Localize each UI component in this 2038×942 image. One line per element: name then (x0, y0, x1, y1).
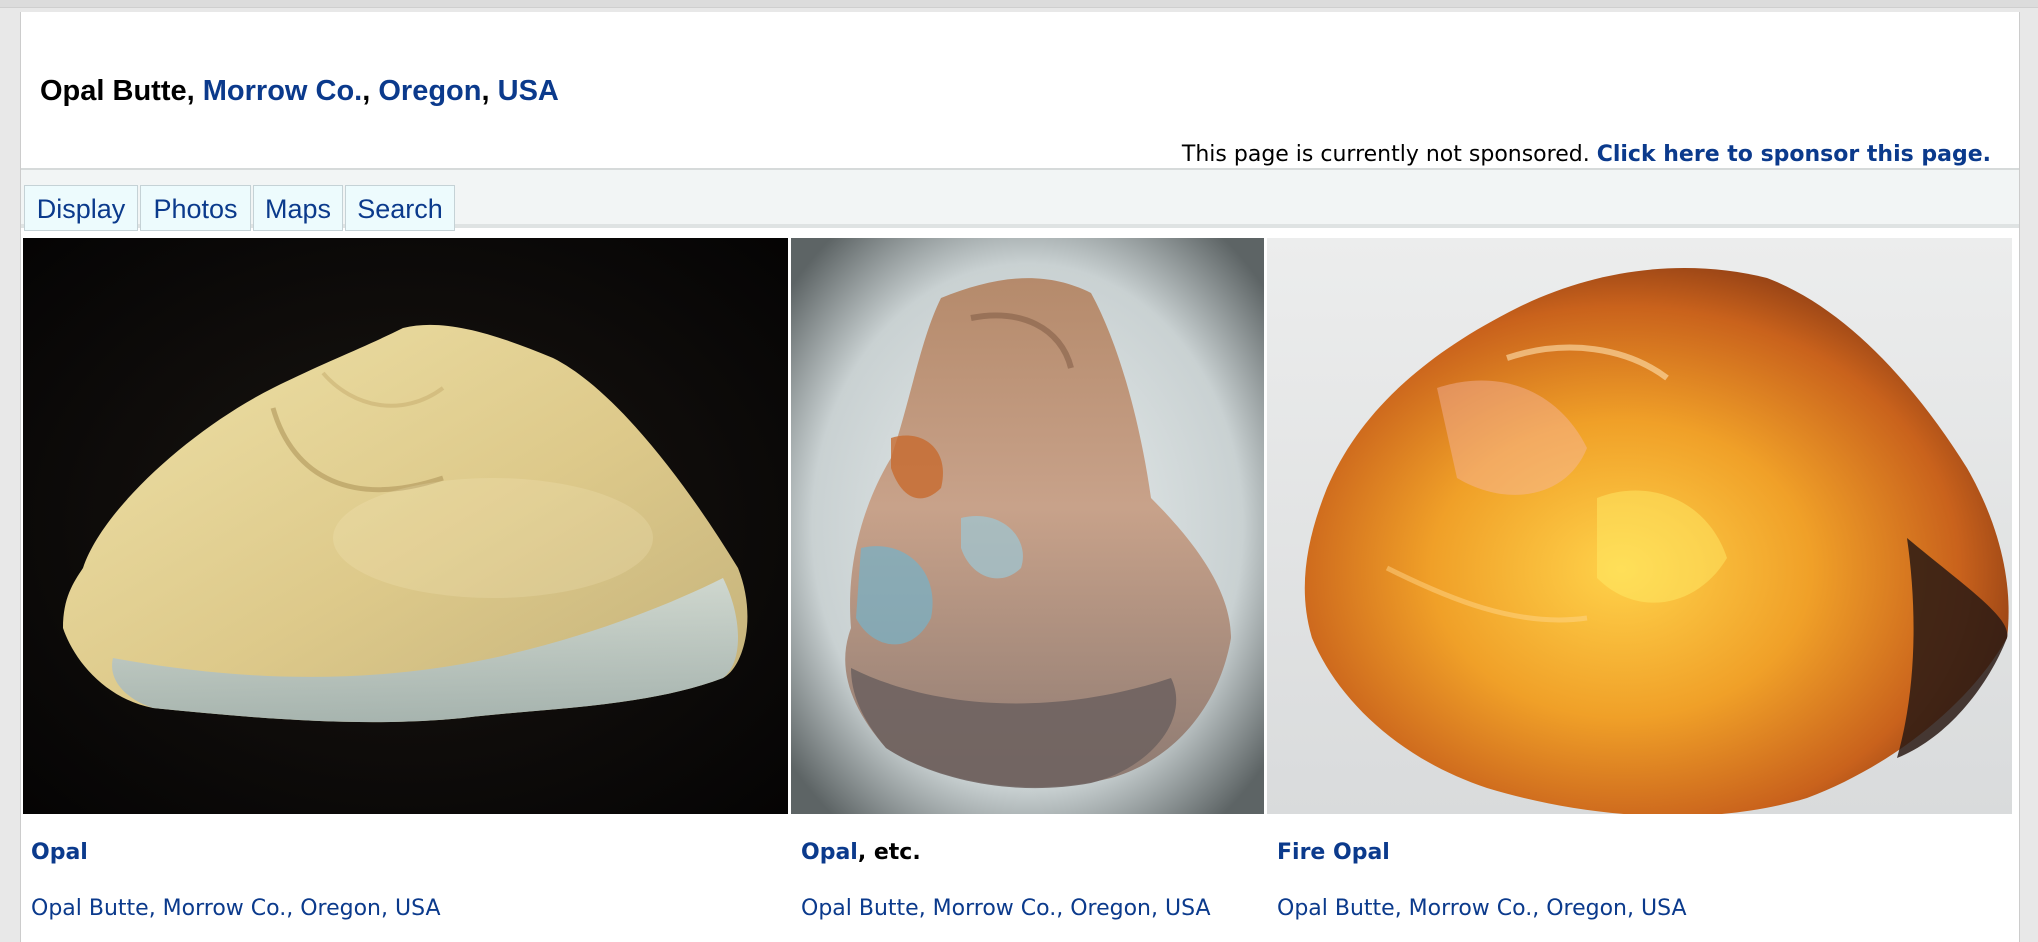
tab-search[interactable]: Search (345, 185, 455, 231)
caption-title-1: Opal (31, 840, 88, 865)
page-title: Opal Butte, Morrow Co., Oregon, USA (40, 75, 559, 108)
tab-bar: Display Photos Maps Search (21, 170, 2019, 231)
caption-location-link-3[interactable]: Opal Butte, Morrow Co., Oregon, USA (1277, 896, 1687, 921)
breadcrumb-country-link[interactable]: USA (498, 75, 559, 107)
caption-title-3: Fire Opal (1277, 840, 1390, 865)
title-separator: , (186, 75, 203, 107)
breadcrumb-county-link[interactable]: Morrow Co. (203, 75, 363, 107)
caption-location-link-1[interactable]: Opal Butte, Morrow Co., Oregon, USA (31, 896, 441, 921)
page-header: Opal Butte, Morrow Co., Oregon, USA This… (21, 12, 2019, 170)
photo-fire-opal[interactable] (1267, 238, 2012, 814)
caption-location-link-2[interactable]: Opal Butte, Morrow Co., Oregon, USA (801, 896, 1211, 921)
mineral-link-opal[interactable]: Opal (31, 840, 88, 865)
mineral-link-fire-opal[interactable]: Fire Opal (1277, 840, 1390, 865)
breadcrumb-state-link[interactable]: Oregon (378, 75, 481, 107)
caption-suffix: , etc. (857, 840, 921, 865)
mineral-link-opal[interactable]: Opal (801, 840, 858, 865)
title-separator: , (481, 75, 498, 107)
locality-name: Opal Butte (40, 75, 187, 107)
tab-display[interactable]: Display (24, 185, 138, 231)
sponsor-notice: This page is currently not sponsored. Cl… (1182, 142, 1991, 167)
photo-opal-1[interactable] (23, 238, 788, 814)
sponsor-link[interactable]: Click here to sponsor this page. (1597, 142, 1991, 167)
tab-maps[interactable]: Maps (253, 185, 343, 231)
sponsor-text: This page is currently not sponsored. (1181, 142, 1590, 167)
title-separator: , (362, 75, 379, 107)
photo-opal-2[interactable] (791, 238, 1264, 814)
page-container: Opal Butte, Morrow Co., Oregon, USA This… (20, 12, 2020, 942)
browser-top-strip (0, 0, 2038, 8)
tab-photos[interactable]: Photos (140, 185, 251, 231)
caption-title-2: Opal, etc. (801, 840, 921, 865)
